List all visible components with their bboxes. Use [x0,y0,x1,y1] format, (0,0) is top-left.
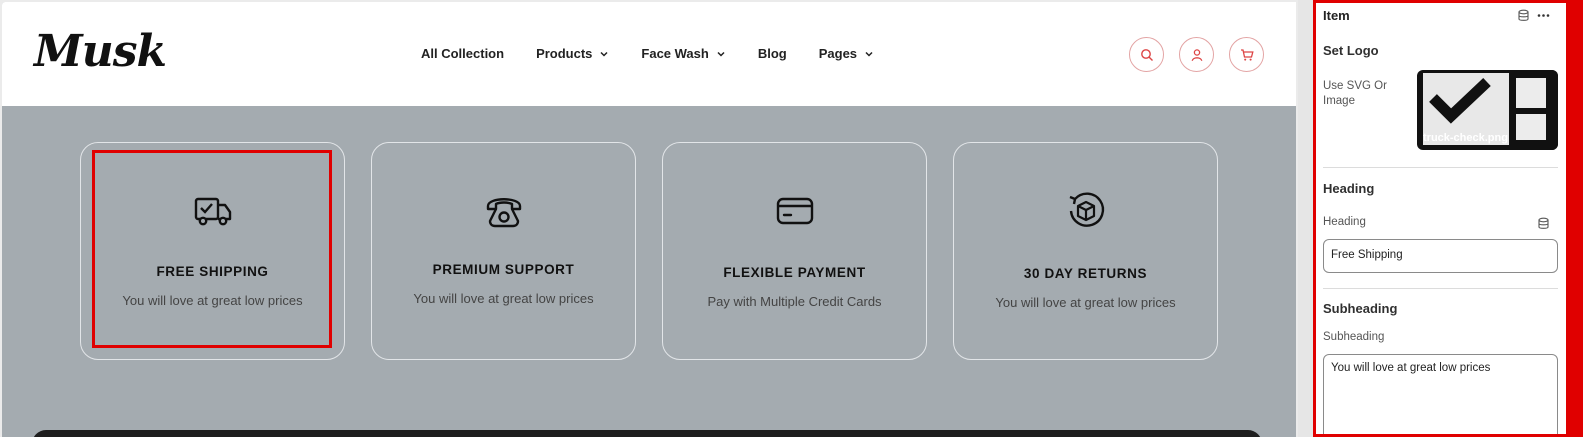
item-settings-panel: Item Set Logo Use SVG Or Image truck-che… [1313,0,1583,437]
feature-card-30-day-returns[interactable]: 30 DAY RETURNS You will love at great lo… [953,142,1218,360]
main-nav: All Collection Products Face Wash Blog P… [421,46,906,61]
nav-item-label: Blog [757,46,787,61]
store-preview: Musk All Collection Products Face Wash B… [2,2,1296,437]
divider [1323,167,1558,168]
editor-canvas: Musk All Collection Products Face Wash B… [0,0,1298,437]
feature-description: You will love at great low prices [413,291,594,306]
nav-item-label: Face Wash [641,46,709,61]
database-icon[interactable] [1517,9,1530,22]
next-section-edge [32,430,1262,437]
user-icon [1191,48,1202,61]
database-icon[interactable] [1537,217,1550,230]
store-logo[interactable]: Musk [34,26,167,77]
feature-title: 30 DAY RETURNS [1023,266,1148,281]
divider [1323,288,1558,289]
editor-root: Musk All Collection Products Face Wash B… [0,0,1583,437]
site-header: Musk All Collection Products Face Wash B… [2,2,1296,106]
header-actions [1129,37,1279,72]
cart-icon [1240,48,1254,61]
feature-description: You will love at great low prices [995,295,1176,310]
phone-icon [486,198,521,228]
feature-title: FLEXIBLE PAYMENT [723,265,866,280]
chevron-down-icon [600,51,608,57]
cart-button[interactable] [1229,37,1264,72]
logo-image-picker[interactable]: truck-check.png [1417,70,1558,150]
nav-item-blog[interactable]: Blog [758,46,787,61]
subheading-textarea[interactable]: You will love at great low prices [1323,354,1558,434]
search-icon [1140,48,1153,61]
credit-card-icon [776,197,813,225]
feature-title: FREE SHIPPING [156,264,269,279]
nav-item-face-wash[interactable]: Face Wash [641,46,725,61]
feature-description: You will love at great low prices [122,293,303,308]
account-button[interactable] [1179,37,1214,72]
search-button[interactable] [1129,37,1164,72]
set-logo-section-title: Set Logo [1323,43,1379,58]
feature-card-free-shipping[interactable]: FREE SHIPPING You will love at great low… [80,142,345,360]
more-options-icon[interactable] [1537,9,1550,22]
heading-section-title: Heading [1323,181,1375,196]
panel-title: Item [1323,8,1350,23]
nav-item-pages[interactable]: Pages [819,46,874,61]
image-filename: truck-check.png [1423,132,1508,144]
heading-input[interactable]: Free Shipping [1323,239,1558,273]
nav-item-all-collection[interactable]: All Collection [421,46,504,61]
heading-field-label: Heading [1323,216,1366,228]
nav-item-label: Pages [818,46,858,61]
return-box-icon [1069,192,1104,227]
feature-title: PREMIUM SUPPORT [432,262,575,277]
chevron-down-icon [865,51,873,57]
feature-card-premium-support[interactable]: PREMIUM SUPPORT You will love at great l… [371,142,636,360]
feature-description: Pay with Multiple Credit Cards [707,294,882,309]
use-svg-label: Use SVG Or Image [1323,80,1387,107]
nav-item-label: All Collection [421,46,505,61]
subheading-section-title: Subheading [1323,301,1398,316]
feature-card-flexible-payment[interactable]: FLEXIBLE PAYMENT Pay with Multiple Credi… [662,142,927,360]
nav-item-label: Products [536,46,593,61]
subheading-field-label: Subheading [1323,331,1385,343]
chevron-down-icon [717,51,725,57]
nav-item-products[interactable]: Products [536,46,609,61]
truck-check-icon [194,197,231,226]
